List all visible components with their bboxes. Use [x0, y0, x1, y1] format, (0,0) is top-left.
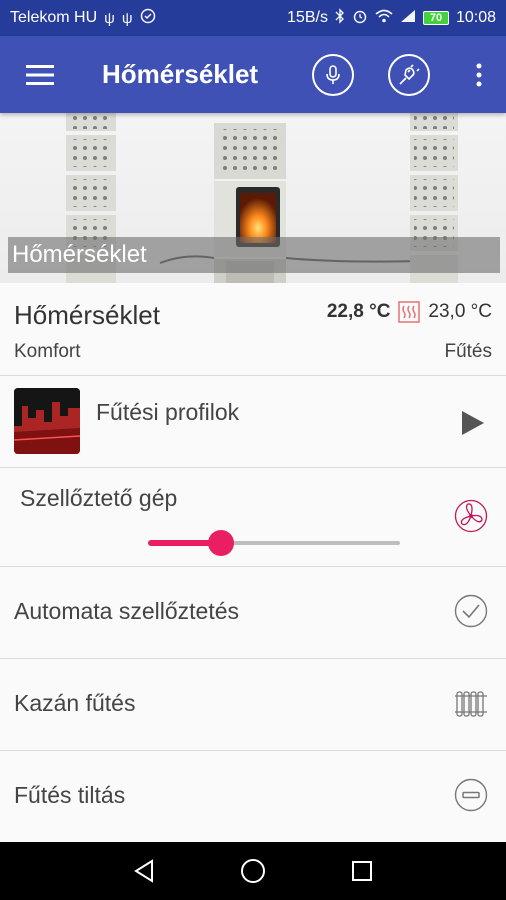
- auto-ventilation-item[interactable]: Automata szellőztetés: [0, 567, 506, 659]
- current-temperature: 22,8 °C: [326, 301, 391, 322]
- slider-thumb[interactable]: [208, 530, 235, 556]
- heating-status: Fűtés: [444, 341, 492, 362]
- boiler-heating-item[interactable]: Kazán fűtés: [0, 659, 506, 751]
- radiator-icon[interactable]: [454, 686, 488, 720]
- heating-icon: [398, 301, 421, 323]
- check-circle-icon: [140, 8, 156, 28]
- home-button[interactable]: [233, 851, 273, 891]
- bluetooth-icon: [335, 8, 345, 28]
- minus-circle-icon[interactable]: [454, 778, 488, 812]
- usb-icon: ψ: [104, 9, 115, 27]
- clock: 10:08: [455, 9, 496, 26]
- heating-block-label: Fűtés tiltás: [14, 782, 126, 808]
- ventilation-label: Szellőztető gép: [20, 485, 178, 511]
- temperature-title: Hőmérséklet: [14, 300, 160, 330]
- target-temperature: 23,0 °C: [428, 301, 492, 322]
- back-icon: [134, 859, 154, 883]
- auto-ventilation-label: Automata szellőztetés: [14, 598, 240, 624]
- system-nav-bar: [0, 842, 506, 900]
- back-button[interactable]: [124, 851, 164, 891]
- connection-button[interactable]: [388, 53, 430, 96]
- more-vert-icon: [476, 63, 482, 86]
- menu-icon: [26, 64, 54, 85]
- heating-profiles-label: Fűtési profilok: [96, 399, 240, 425]
- ventilation-item: Szellőztető gép: [0, 468, 506, 567]
- check-circle-icon[interactable]: [454, 594, 488, 628]
- ventilation-slider[interactable]: [148, 528, 400, 558]
- alarm-icon: [352, 8, 368, 28]
- carrier-label: Telekom HU: [10, 9, 98, 26]
- profile-thumbnail: [14, 388, 80, 454]
- play-icon[interactable]: [460, 409, 486, 437]
- temperature-values: 22,8 °C 23,0 °C: [327, 301, 492, 323]
- hero-image: Hőmérséklet: [0, 113, 506, 283]
- status-bar: Telekom HU ψ ψ 15B/s 70 10:08: [0, 0, 506, 36]
- app-bar: Hőmérséklet: [0, 36, 506, 113]
- network-speed: 15B/s: [287, 9, 328, 26]
- temperature-mode: Komfort: [14, 341, 81, 362]
- battery-icon: 70: [422, 11, 449, 25]
- heating-block-item[interactable]: Fűtés tiltás: [0, 751, 506, 842]
- temperature-card[interactable]: Hőmérséklet Komfort 22,8 °C 23,0 °C Fűté…: [0, 283, 506, 376]
- wifi-icon: [375, 9, 393, 27]
- recents-icon: [351, 861, 372, 881]
- app-screen: Telekom HU ψ ψ 15B/s 70 10:08 Hőmérsékle…: [0, 0, 506, 900]
- voice-button[interactable]: [312, 53, 354, 96]
- recents-button[interactable]: [342, 851, 382, 891]
- signal-icon: [400, 9, 416, 27]
- hero-caption: Hőmérséklet: [8, 237, 500, 273]
- more-options-button[interactable]: [464, 51, 494, 99]
- boiler-heating-label: Kazán fűtés: [14, 690, 136, 716]
- menu-button[interactable]: [12, 47, 68, 103]
- heating-profiles-item[interactable]: Fűtési profilok: [0, 376, 506, 468]
- plug-icon: [399, 63, 420, 85]
- microphone-icon: [326, 64, 340, 84]
- fan-icon[interactable]: [454, 499, 488, 533]
- home-icon: [240, 859, 265, 883]
- app-title: Hőmérséklet: [102, 59, 259, 89]
- usb-icon-2: ψ: [121, 9, 133, 27]
